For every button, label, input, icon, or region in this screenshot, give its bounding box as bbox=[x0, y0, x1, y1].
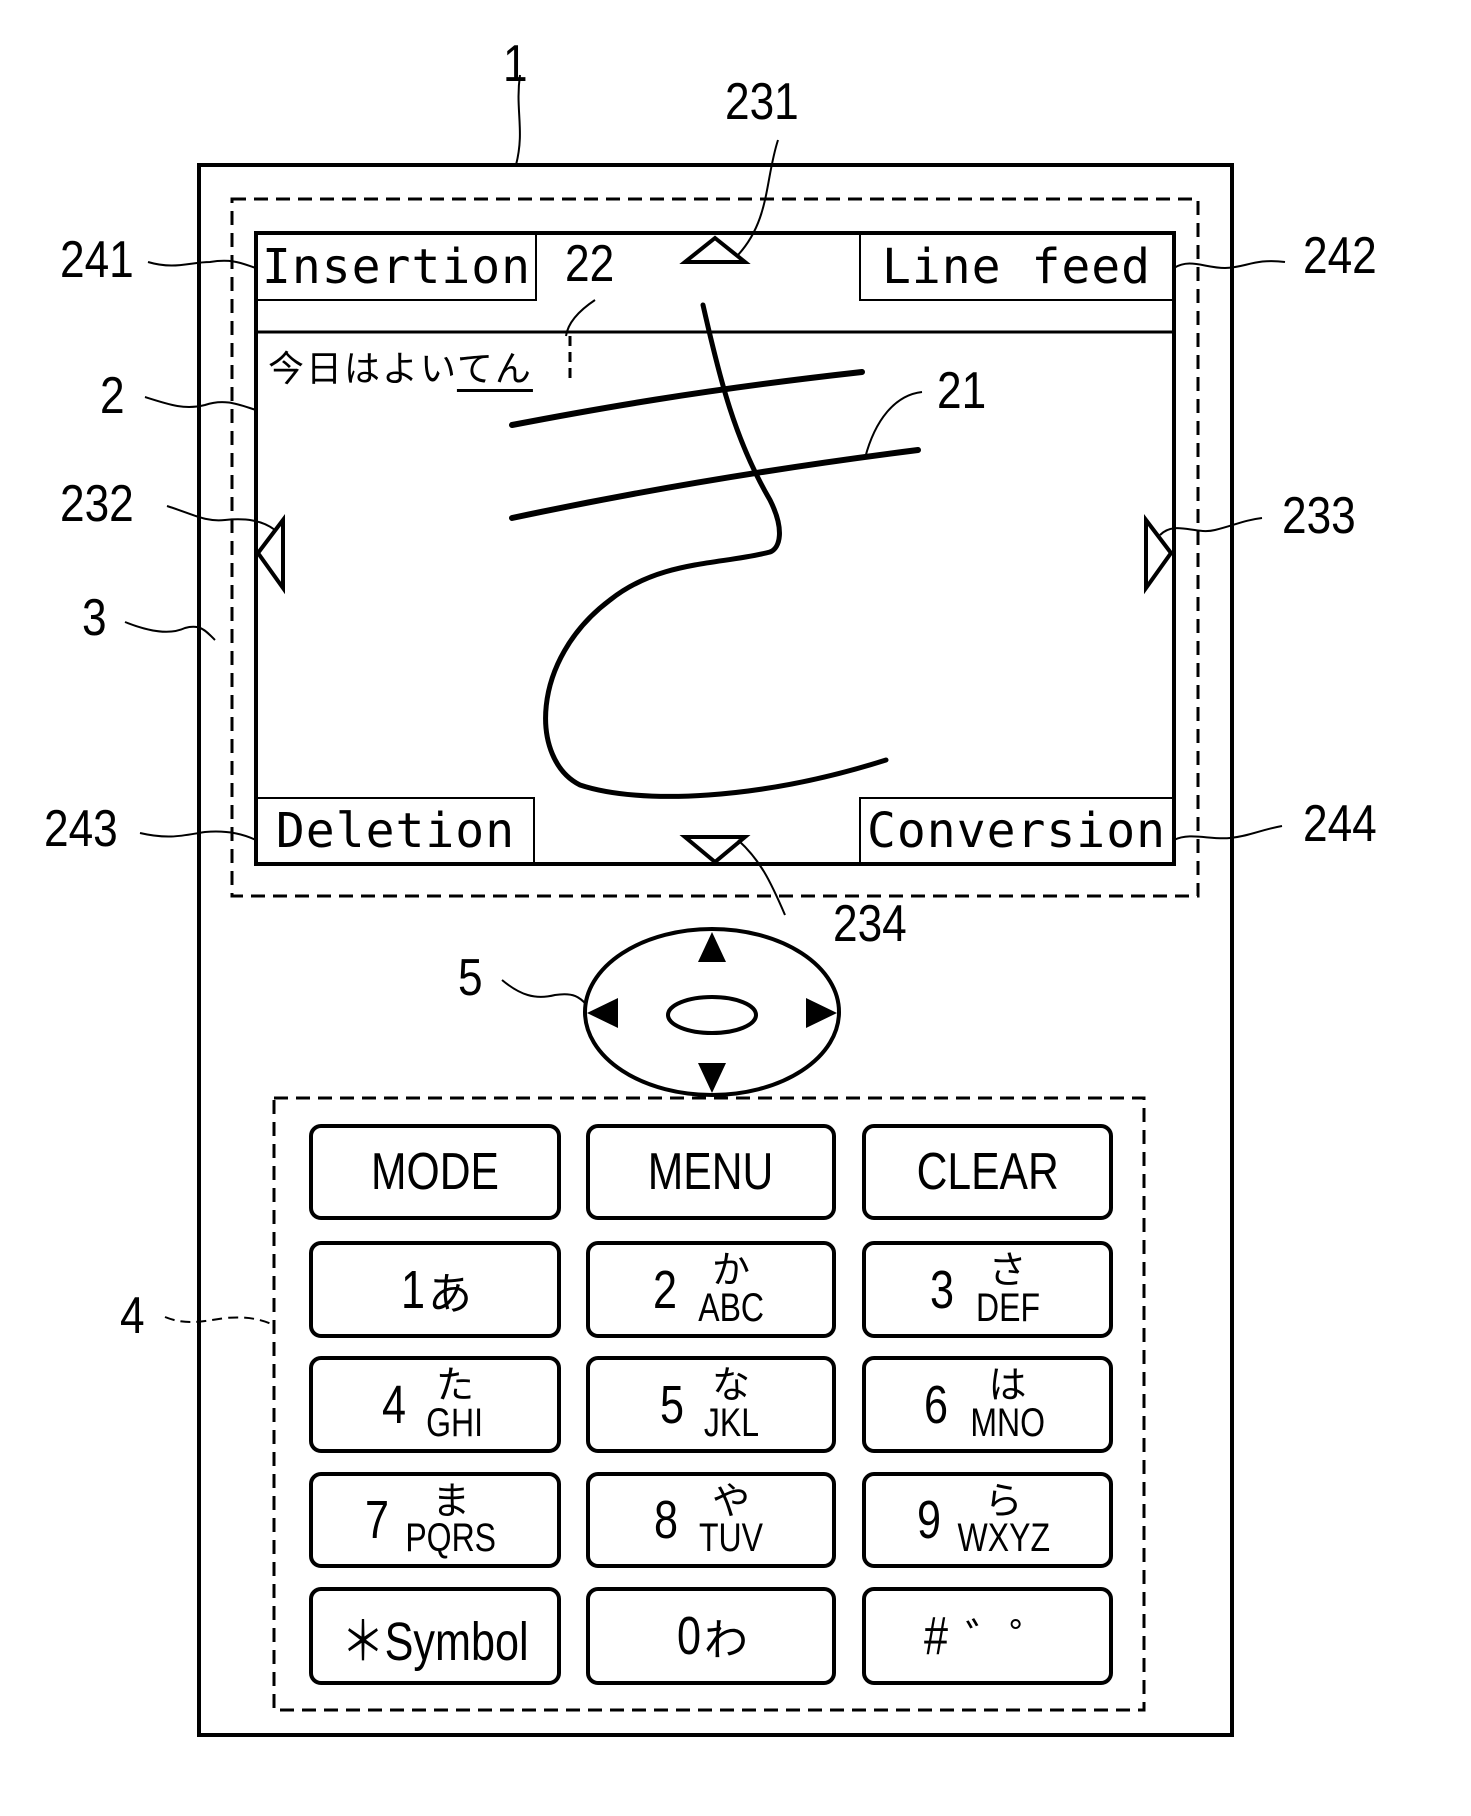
key-0[interactable]: 0わ bbox=[586, 1587, 836, 1685]
leader-232 bbox=[166, 505, 276, 531]
hash-key[interactable]: # ゛゜ bbox=[862, 1587, 1113, 1685]
key-5[interactable]: 5 な JKL bbox=[586, 1356, 836, 1453]
key-5-latin: JKL bbox=[703, 1400, 759, 1445]
hash-key-marks: ゛゜ bbox=[965, 1615, 1054, 1666]
stroke-1 bbox=[509, 369, 865, 428]
hash-key-symbol: # bbox=[924, 1606, 949, 1666]
input-text-line: 今日はよいてん bbox=[268, 340, 533, 392]
center-select-button[interactable] bbox=[666, 995, 758, 1035]
display-region-outline bbox=[230, 197, 1200, 898]
leader-5 bbox=[501, 979, 588, 1006]
key-4-latin: GHI bbox=[426, 1400, 484, 1445]
key-7[interactable]: 7 ま PQRS bbox=[309, 1472, 561, 1568]
committed-text: 今日はよい bbox=[268, 349, 457, 390]
key-6-kana: は bbox=[988, 1363, 1027, 1408]
ref-label-241: 241 bbox=[60, 231, 134, 289]
scroll-up-arrow-icon[interactable] bbox=[679, 235, 751, 264]
key-3[interactable]: 3 さ DEF bbox=[862, 1241, 1113, 1338]
ref-label-5: 5 bbox=[458, 949, 483, 1007]
key-2-latin: ABC bbox=[698, 1285, 764, 1330]
deletion-softkey[interactable]: Deletion bbox=[256, 797, 535, 864]
clear-key[interactable]: CLEAR bbox=[862, 1124, 1113, 1220]
leader-234 bbox=[737, 839, 786, 916]
ref-label-2: 2 bbox=[100, 367, 125, 425]
ref-label-234: 234 bbox=[833, 895, 907, 953]
key-3-digit: 3 bbox=[930, 1259, 955, 1320]
stroke-2 bbox=[509, 447, 921, 521]
ref-label-231: 231 bbox=[725, 73, 799, 131]
key-4-kana: た bbox=[436, 1363, 475, 1408]
key-5-digit: 5 bbox=[659, 1374, 684, 1435]
conversion-softkey[interactable]: Conversion bbox=[859, 797, 1174, 864]
key-0-kana: わ bbox=[704, 1615, 749, 1666]
pending-conversion-text: てん bbox=[456, 349, 533, 390]
ref-label-21: 21 bbox=[937, 362, 987, 420]
key-6[interactable]: 6 は MNO bbox=[862, 1356, 1113, 1453]
key-1-digit: 1 bbox=[400, 1259, 426, 1320]
key-2-digit: 2 bbox=[652, 1259, 677, 1320]
key-7-latin: PQRS bbox=[405, 1516, 497, 1561]
ref-label-232: 232 bbox=[60, 475, 134, 533]
key-3-kana: さ bbox=[988, 1248, 1027, 1293]
key-4[interactable]: 4 た GHI bbox=[309, 1356, 561, 1453]
clear-key-label: CLEAR bbox=[916, 1143, 1059, 1201]
leader-4 bbox=[164, 1316, 275, 1326]
ref-label-243: 243 bbox=[44, 800, 118, 858]
mode-key[interactable]: MODE bbox=[309, 1124, 561, 1220]
key-3-latin: DEF bbox=[975, 1285, 1040, 1330]
screen-frame bbox=[254, 231, 1176, 866]
key-8[interactable]: 8 や TUV bbox=[586, 1472, 836, 1568]
cross-key[interactable] bbox=[583, 927, 841, 1097]
key-8-latin: TUV bbox=[699, 1516, 764, 1561]
ref-label-233: 233 bbox=[1282, 487, 1356, 545]
leader-241 bbox=[147, 259, 257, 269]
key-0-digit: 0 bbox=[676, 1606, 702, 1666]
key-4-digit: 4 bbox=[382, 1374, 407, 1435]
ref-label-1: 1 bbox=[503, 35, 528, 93]
menu-key-label: MENU bbox=[648, 1143, 774, 1201]
key-6-digit: 6 bbox=[923, 1374, 948, 1435]
mode-key-label: MODE bbox=[371, 1143, 499, 1201]
key-5-kana: な bbox=[712, 1363, 751, 1408]
key-9-latin: WXYZ bbox=[957, 1516, 1050, 1561]
key-7-kana: ま bbox=[432, 1478, 471, 1523]
leader-244 bbox=[1173, 825, 1283, 841]
scroll-down-arrow-icon[interactable] bbox=[679, 835, 751, 865]
key-2[interactable]: 2 か ABC bbox=[586, 1241, 836, 1338]
key-1-kana: あ bbox=[428, 1268, 473, 1320]
key-1[interactable]: 1あ bbox=[309, 1241, 561, 1338]
key-8-kana: や bbox=[712, 1478, 751, 1523]
key-9-kana: ら bbox=[984, 1478, 1023, 1523]
key-9[interactable]: 9 ら WXYZ bbox=[862, 1472, 1113, 1568]
leader-242 bbox=[1173, 260, 1286, 270]
ref-label-4: 4 bbox=[120, 1287, 145, 1345]
stroke-3 bbox=[543, 302, 889, 799]
handwriting-strokes bbox=[509, 302, 921, 799]
key-9-digit: 9 bbox=[916, 1490, 941, 1550]
key-2-kana: か bbox=[712, 1248, 751, 1293]
ref-label-244: 244 bbox=[1303, 795, 1377, 853]
key-8-digit: 8 bbox=[653, 1490, 679, 1550]
insertion-softkey[interactable]: Insertion bbox=[256, 233, 537, 301]
leader-3 bbox=[124, 621, 216, 641]
star-symbol-key[interactable]: ＊Symbol bbox=[309, 1587, 561, 1685]
scroll-left-arrow-icon[interactable] bbox=[255, 514, 285, 595]
ref-label-22: 22 bbox=[565, 235, 615, 293]
menu-key[interactable]: MENU bbox=[586, 1124, 836, 1220]
key-6-latin: MNO bbox=[970, 1400, 1045, 1445]
ref-label-242: 242 bbox=[1303, 227, 1377, 285]
key-7-digit: 7 bbox=[365, 1490, 390, 1550]
line-feed-softkey[interactable]: Line feed bbox=[859, 233, 1174, 301]
star-symbol-key-label: ＊Symbol bbox=[341, 1611, 529, 1672]
ref-label-3: 3 bbox=[82, 589, 107, 647]
